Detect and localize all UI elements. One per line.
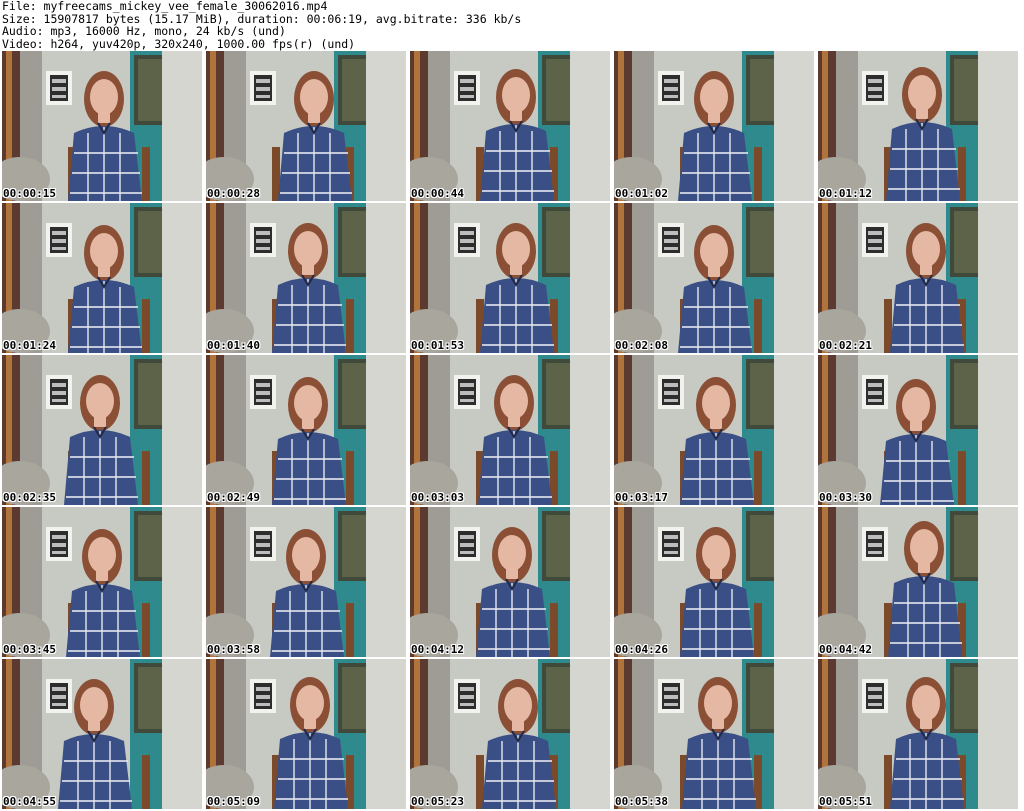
video-thumbnail: 00:02:08 <box>614 203 814 353</box>
thumbnail-timestamp: 00:05:09 <box>207 795 260 808</box>
webcam-frame-image <box>614 203 814 353</box>
video-thumbnail: 00:04:26 <box>614 507 814 657</box>
video-thumbnail: 00:03:03 <box>410 355 610 505</box>
thumbnail-timestamp: 00:05:51 <box>819 795 872 808</box>
thumbnail-timestamp: 00:02:21 <box>819 339 872 352</box>
webcam-frame-image <box>2 51 202 201</box>
thumbnail-timestamp: 00:04:26 <box>615 643 668 656</box>
contact-sheet-header: File: myfreecams_mickey_vee_female_30062… <box>2 0 1022 50</box>
video-thumbnail: 00:04:42 <box>818 507 1018 657</box>
thumbnail-timestamp: 00:01:24 <box>3 339 56 352</box>
webcam-frame-image <box>410 355 610 505</box>
video-thumbnail: 00:00:44 <box>410 51 610 201</box>
thumbnail-timestamp: 00:02:35 <box>3 491 56 504</box>
video-thumbnail: 00:02:35 <box>2 355 202 505</box>
video-thumbnail: 00:02:21 <box>818 203 1018 353</box>
webcam-frame-image <box>206 659 406 809</box>
webcam-frame-image <box>818 203 1018 353</box>
webcam-frame-image <box>818 507 1018 657</box>
video-thumbnail: 00:05:51 <box>818 659 1018 809</box>
webcam-frame-image <box>410 203 610 353</box>
webcam-frame-image <box>206 51 406 201</box>
webcam-frame-image <box>2 355 202 505</box>
thumbnail-timestamp: 00:04:55 <box>3 795 56 808</box>
thumbnail-timestamp: 00:03:58 <box>207 643 260 656</box>
thumbnail-timestamp: 00:00:15 <box>3 187 56 200</box>
webcam-frame-image <box>206 203 406 353</box>
file-info-line: File: myfreecams_mickey_vee_female_30062… <box>2 0 328 13</box>
video-thumbnail: 00:05:23 <box>410 659 610 809</box>
thumbnail-timestamp: 00:02:49 <box>207 491 260 504</box>
webcam-frame-image <box>2 659 202 809</box>
video-info-line: Video: h264, yuv420p, 320x240, 1000.00 f… <box>2 36 356 51</box>
thumbnail-timestamp: 00:05:38 <box>615 795 668 808</box>
video-thumbnail: 00:03:30 <box>818 355 1018 505</box>
video-thumbnail: 00:01:53 <box>410 203 610 353</box>
video-thumbnail: 00:04:55 <box>2 659 202 809</box>
video-thumbnail: 00:03:17 <box>614 355 814 505</box>
thumbnail-timestamp: 00:00:28 <box>207 187 260 200</box>
webcam-frame-image <box>614 507 814 657</box>
webcam-frame-image <box>818 51 1018 201</box>
audio-info-line: Audio: mp3, 16000 Hz, mono, 24 kb/s (und… <box>2 24 286 39</box>
thumbnail-timestamp: 00:01:02 <box>615 187 668 200</box>
thumbnail-timestamp: 00:03:03 <box>411 491 464 504</box>
thumbnail-timestamp: 00:03:17 <box>615 491 668 504</box>
video-thumbnail: 00:00:15 <box>2 51 202 201</box>
webcam-frame-image <box>818 659 1018 809</box>
webcam-frame-image <box>818 355 1018 505</box>
video-thumbnail: 00:01:12 <box>818 51 1018 201</box>
thumbnail-timestamp: 00:04:42 <box>819 643 872 656</box>
thumbnail-timestamp: 00:03:30 <box>819 491 872 504</box>
webcam-frame-image <box>614 355 814 505</box>
webcam-frame-image <box>2 507 202 657</box>
video-thumbnail: 00:01:40 <box>206 203 406 353</box>
webcam-frame-image <box>2 203 202 353</box>
thumbnail-timestamp: 00:01:40 <box>207 339 260 352</box>
thumbnail-timestamp: 00:05:23 <box>411 795 464 808</box>
thumbnail-timestamp: 00:01:53 <box>411 339 464 352</box>
webcam-frame-image <box>614 659 814 809</box>
webcam-frame-image <box>206 507 406 657</box>
video-thumbnail: 00:01:24 <box>2 203 202 353</box>
webcam-frame-image <box>410 51 610 201</box>
video-thumbnail: 00:05:38 <box>614 659 814 809</box>
video-thumbnail: 00:04:12 <box>410 507 610 657</box>
video-thumbnail: 00:03:58 <box>206 507 406 657</box>
thumbnail-timestamp: 00:04:12 <box>411 643 464 656</box>
thumbnail-timestamp: 00:03:45 <box>3 643 56 656</box>
thumbnail-grid: 00:00:15 00:00:28 00:00:44 00:01:02 00:0… <box>2 51 1022 810</box>
webcam-frame-image <box>206 355 406 505</box>
video-thumbnail: 00:00:28 <box>206 51 406 201</box>
webcam-frame-image <box>614 51 814 201</box>
thumbnail-timestamp: 00:00:44 <box>411 187 464 200</box>
video-thumbnail: 00:03:45 <box>2 507 202 657</box>
video-thumbnail: 00:01:02 <box>614 51 814 201</box>
video-thumbnail: 00:05:09 <box>206 659 406 809</box>
thumbnail-timestamp: 00:01:12 <box>819 187 872 200</box>
webcam-frame-image <box>410 659 610 809</box>
webcam-frame-image <box>410 507 610 657</box>
thumbnail-timestamp: 00:02:08 <box>615 339 668 352</box>
video-thumbnail: 00:02:49 <box>206 355 406 505</box>
